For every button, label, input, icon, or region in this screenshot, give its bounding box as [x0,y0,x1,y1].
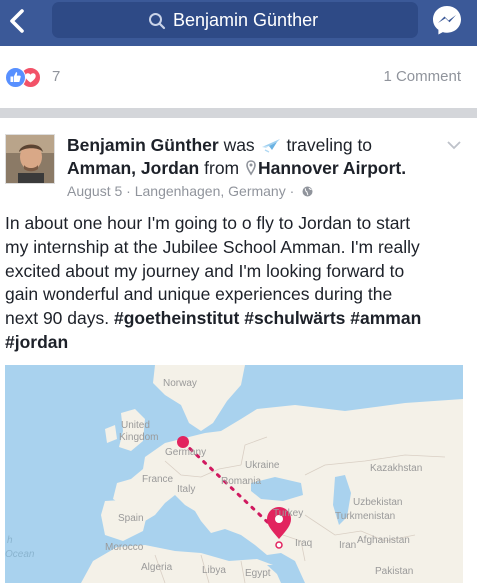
post-body-line: gain wonderful and unique experiences du… [5,284,393,305]
map-label-iraq: Iraq [295,538,312,549]
airplane-icon [261,139,280,153]
reaction-count[interactable]: 7 [52,68,60,85]
map-label-libya: Libya [202,565,226,576]
post-body-line: In about one hour I'm going to o fly to … [5,213,411,233]
post-header-line-1: Benjamin Günther was traveling to [67,134,447,156]
map-label-kazakhstan: Kazakhstan [370,463,422,474]
origin-link[interactable]: Hannover Airport. [258,158,406,178]
search-bar[interactable]: Benjamin Günther [52,2,418,38]
top-navigation-bar: Benjamin Günther [0,0,477,46]
messenger-icon [433,6,461,35]
post-options-button[interactable] [445,138,463,152]
post-body-line: excited about my journey and I'm looking… [5,260,405,281]
map-label-egypt: Egypt [245,568,271,579]
post-body-text-end: next 90 days. [5,308,114,329]
post-body-line: #jordan [5,331,470,355]
map-label-france: France [142,474,174,485]
profile-photo-icon [6,135,54,183]
post-body-line: next 90 days. #goetheinstitut #schulwärt… [5,307,470,331]
was-text: was [223,135,255,155]
post-body-line: my internship at the Jubilee School Amma… [5,236,420,257]
traveling-to-text: traveling to [286,135,373,155]
map-label-afghanistan: Afghanistan [357,535,410,546]
map-label-germany: Germany [165,447,206,458]
map-label-italy: Italy [177,484,195,495]
travel-map[interactable]: Norway United Kingdom Germany France Ita… [5,365,463,583]
map-label-spain: Spain [118,513,144,524]
map-label-ocean-fragment: h [7,535,13,546]
post-date[interactable]: August 5 [67,183,122,199]
post-meta: August 5 · Langenhagen, Germany · [67,183,313,199]
destination-link[interactable]: Amman, Jordan [67,158,199,178]
like-icon[interactable] [5,67,26,88]
map-label-uzbekistan: Uzbekistan [353,497,402,508]
hashtag-jordan-link[interactable]: #jordan [5,332,68,352]
search-query-text: Benjamin Günther [173,10,319,30]
back-button[interactable] [4,4,34,38]
map-label-morocco: Morocco [105,542,144,553]
map-label-romania: Romania [221,476,261,487]
map-label-ocean: Ocean [5,549,35,560]
map-label-turkmenistan: Turkmenistan [335,511,395,522]
map-label-united: United [121,420,150,431]
globe-icon [302,186,313,197]
hashtag-links[interactable]: #goetheinstitut #schulwärts #amman [114,308,421,328]
map-label-algeria: Algeria [141,562,173,573]
map-canvas: Norway United Kingdom Germany France Ita… [5,365,463,583]
post-location[interactable]: Langenhagen, Germany [135,183,286,199]
author-avatar[interactable] [5,134,55,184]
section-divider [0,108,477,118]
map-label-ukraine: Ukraine [245,460,280,471]
comment-count-link[interactable]: 1 Comment [383,68,461,85]
author-name-link[interactable]: Benjamin Günther [67,135,219,155]
map-label-pakistan: Pakistan [375,566,413,577]
post-body-text: In about one hour I'm going to o fly to … [5,212,470,355]
reactions-bar: 7 1 Comment [0,46,477,108]
back-arrow-icon [10,9,24,33]
post-header-line-2: Amman, Jordan from Hannover Airport. [67,157,447,179]
thumbs-up-icon [10,72,21,82]
chevron-down-icon [447,141,461,150]
map-label-norway: Norway [163,378,197,389]
map-label-iran: Iran [339,540,356,551]
messenger-button[interactable] [431,4,463,36]
map-label-turkey: Turkey [273,508,303,519]
search-icon [149,13,166,30]
location-pin-icon [246,160,256,176]
from-text: from [204,158,240,178]
map-label-kingdom: Kingdom [119,432,158,443]
